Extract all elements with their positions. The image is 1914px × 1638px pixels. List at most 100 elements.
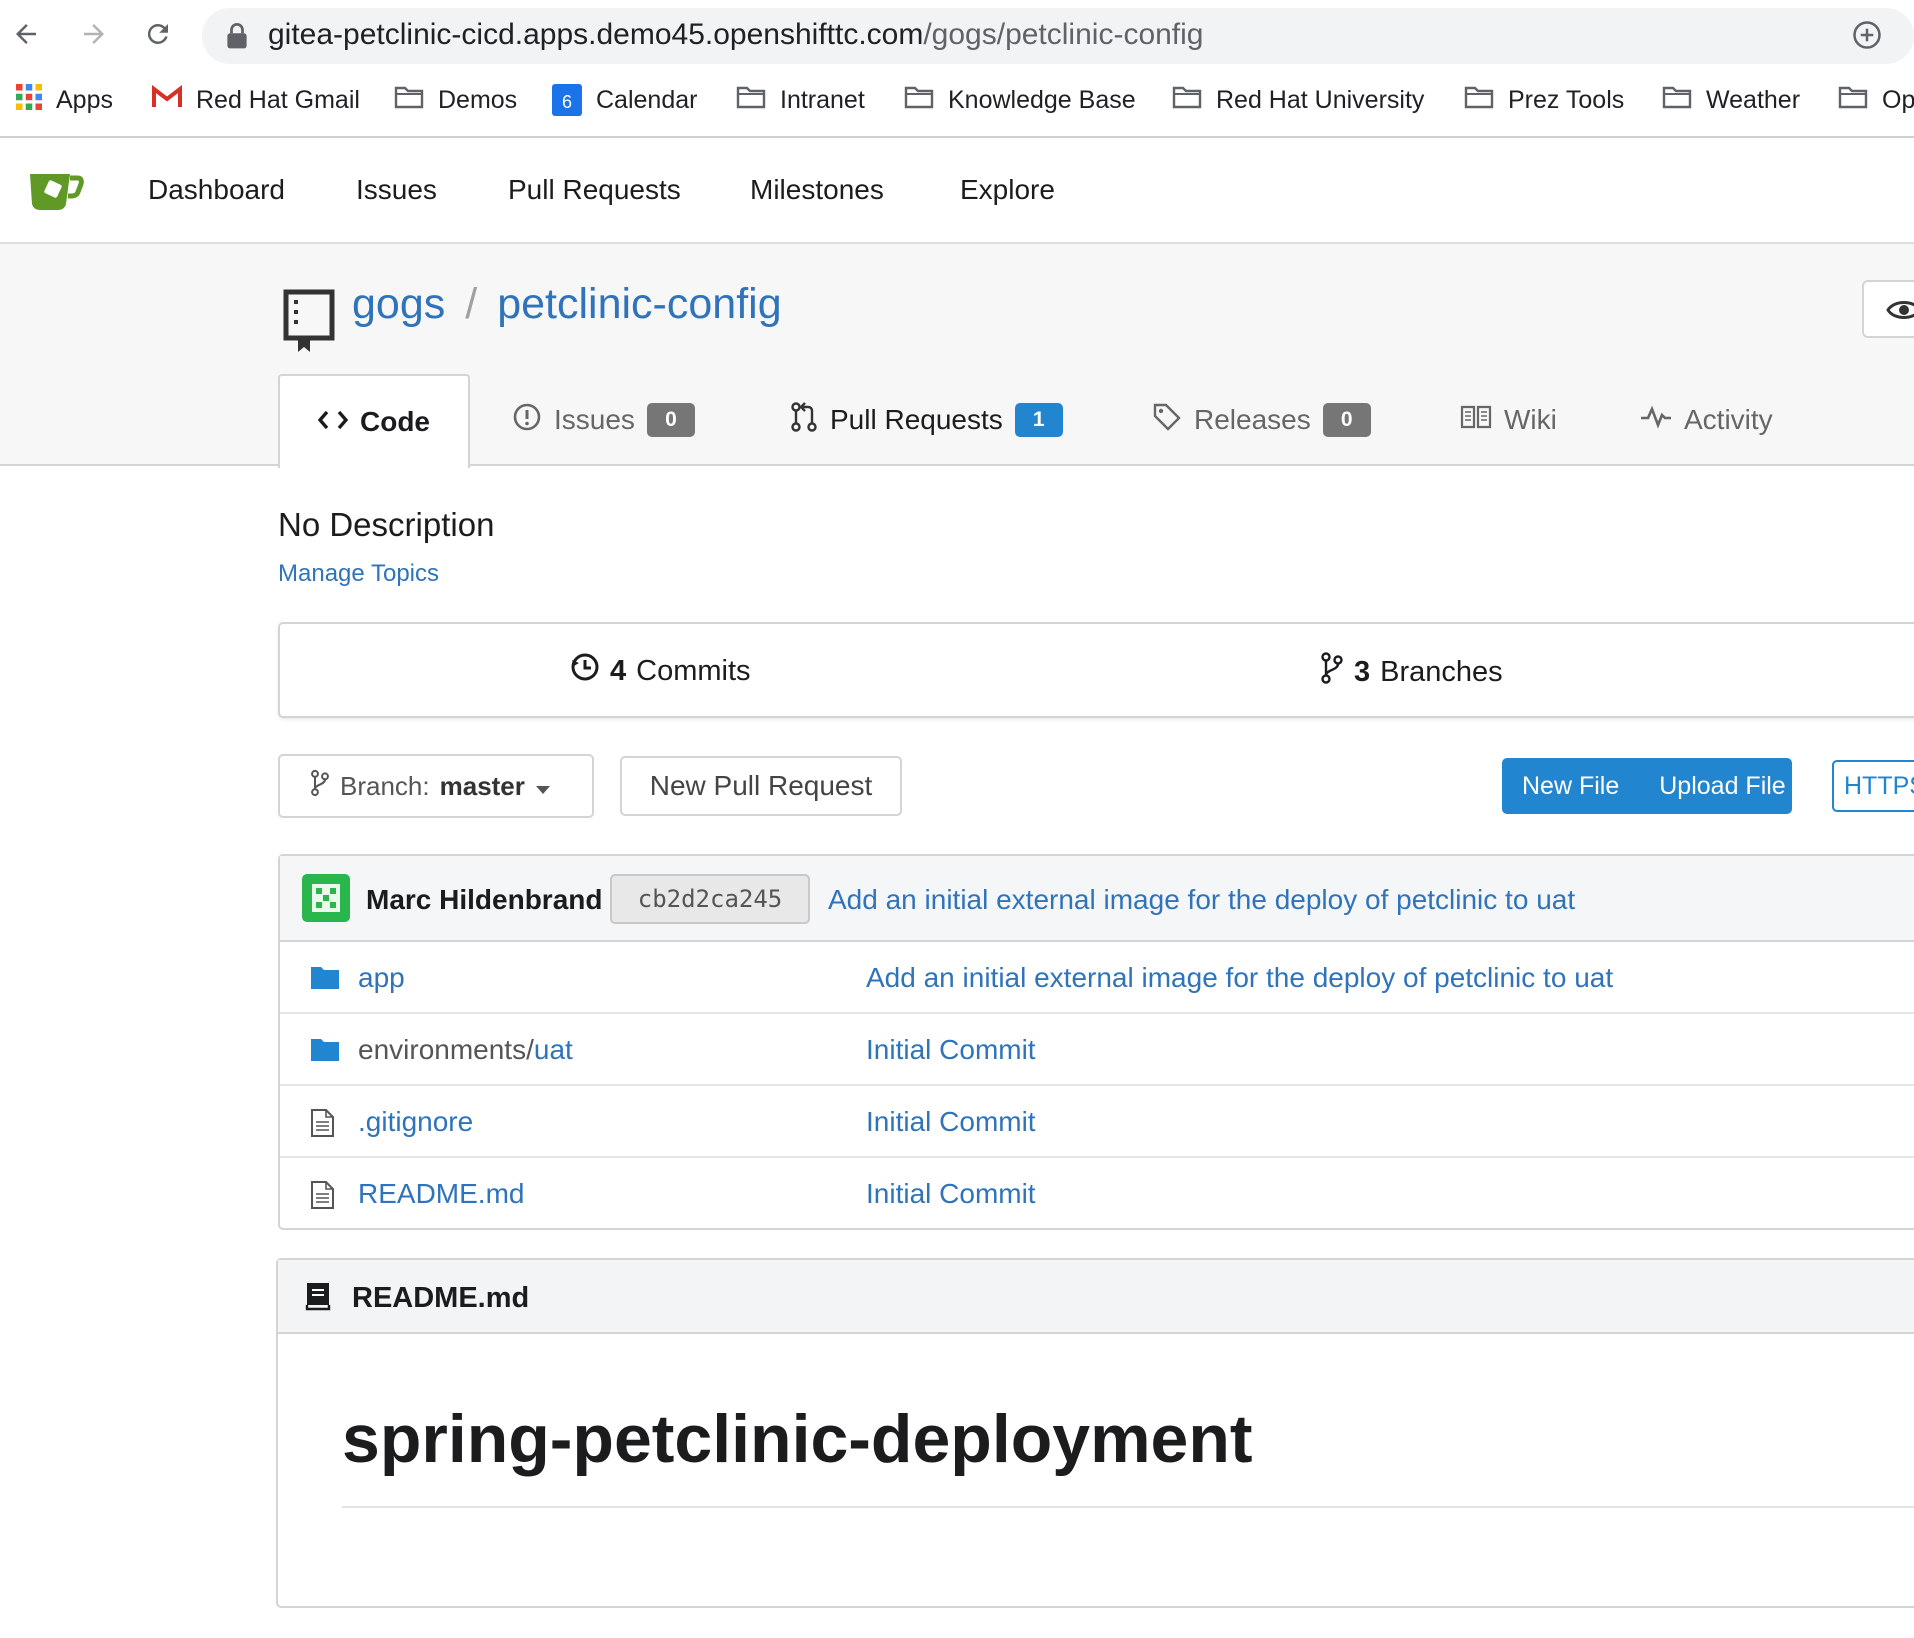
- tab-label: Pull Requests: [830, 404, 1003, 435]
- file-commit-message[interactable]: Add an initial external image for the de…: [866, 962, 1613, 994]
- bookmark-label: Red Hat Gmail: [196, 85, 360, 114]
- file-icon: [310, 1180, 340, 1209]
- commits-count: 4: [610, 654, 627, 687]
- file-table: Marc Hildenbrand cb2d2ca245 Add an initi…: [278, 854, 1914, 1230]
- folder-icon: [1662, 85, 1692, 116]
- latest-commit-message[interactable]: Add an initial external image for the de…: [828, 884, 1575, 916]
- bookmark-intranet[interactable]: Intranet: [736, 78, 865, 122]
- tab-label: Issues: [554, 404, 635, 435]
- file-name: app: [358, 962, 405, 994]
- watch-button[interactable]: [1862, 280, 1914, 338]
- folder-icon: [1172, 85, 1202, 116]
- bookmark-label: Weather: [1706, 85, 1801, 114]
- bookmark-label: Intranet: [780, 85, 865, 114]
- file-name: .gitignore: [358, 1106, 473, 1138]
- file-commit-message[interactable]: Initial Commit: [866, 1034, 1036, 1066]
- tab-wiki[interactable]: Wiki: [1460, 374, 1557, 466]
- bookmark-label: Prez Tools: [1508, 85, 1625, 114]
- avatar[interactable]: [302, 874, 350, 922]
- bookmark-calendar[interactable]: 6 Calendar: [552, 78, 697, 122]
- reload-icon[interactable]: [136, 12, 180, 56]
- tab-issues[interactable]: Issues 0: [512, 374, 695, 466]
- readme-header: README.md: [278, 1260, 1914, 1334]
- branch-name: master: [439, 770, 525, 801]
- code-icon: [317, 406, 349, 438]
- bookmarks-bar: Apps Red Hat Gmail Demos 6 Calendar Intr…: [0, 78, 1914, 122]
- repo-title: gogs / petclinic-config: [352, 280, 782, 329]
- file-name: environments/uat: [358, 1034, 573, 1066]
- tag-icon: [1152, 402, 1182, 439]
- nav-milestones[interactable]: Milestones: [750, 174, 884, 206]
- manage-topics-link[interactable]: Manage Topics: [278, 560, 439, 588]
- book-icon: [1460, 404, 1492, 437]
- bookmark-red-hat-university[interactable]: Red Hat University: [1172, 78, 1424, 122]
- file-name-link[interactable]: .gitignore: [358, 1106, 473, 1137]
- repo-owner-link[interactable]: gogs: [352, 280, 445, 329]
- file-name-link[interactable]: uat: [534, 1034, 573, 1065]
- bookmark-label: Demos: [438, 85, 518, 114]
- book-icon: [304, 1280, 332, 1317]
- commit-sha-button[interactable]: cb2d2ca245: [610, 874, 810, 924]
- address-row: gitea-petclinic-cicd.apps.demo45.openshi…: [0, 0, 1914, 72]
- bookmark-prez-tools[interactable]: Prez Tools: [1464, 78, 1624, 122]
- nav-issues[interactable]: Issues: [356, 174, 437, 206]
- tab-releases[interactable]: Releases 0: [1152, 374, 1371, 466]
- bookmark-label: Knowledge Base: [948, 85, 1136, 114]
- branch-icon: [310, 769, 330, 804]
- back-icon[interactable]: [4, 12, 48, 56]
- folder-icon: [310, 1036, 340, 1064]
- bookmark-apps[interactable]: Apps: [16, 78, 113, 122]
- url-text[interactable]: gitea-petclinic-cicd.apps.demo45.openshi…: [268, 18, 1204, 52]
- repo-name-link[interactable]: petclinic-config: [497, 280, 781, 329]
- file-path-prefix[interactable]: environments/: [358, 1034, 534, 1065]
- branch-prefix: Branch:: [340, 770, 430, 801]
- commit-author[interactable]: Marc Hildenbrand: [366, 884, 602, 916]
- bookmark-label: Red Hat University: [1216, 85, 1425, 114]
- repo-stats-bar: 4 Commits 3 Branches: [278, 622, 1914, 718]
- file-commit-message[interactable]: Initial Commit: [866, 1178, 1036, 1210]
- bookmark-weather[interactable]: Weather: [1662, 78, 1800, 122]
- folder-icon: [1464, 85, 1494, 116]
- tab-pull-requests[interactable]: Pull Requests 1: [790, 374, 1063, 466]
- tab-activity[interactable]: Activity: [1640, 374, 1773, 466]
- folder-icon: [394, 85, 424, 116]
- readme-heading-rule: [342, 1506, 1914, 1508]
- pull-requests-count-badge: 1: [1014, 403, 1063, 437]
- bookmark-label: Calendar: [596, 85, 698, 114]
- new-pull-request-button[interactable]: New Pull Request: [620, 756, 902, 816]
- bookmark-red-hat-gmail[interactable]: Red Hat Gmail: [152, 78, 360, 122]
- forward-icon[interactable]: [72, 12, 116, 56]
- file-commit-message[interactable]: Initial Commit: [866, 1106, 1036, 1138]
- bookmark-label: Apps: [56, 85, 113, 114]
- commits-label: Commits: [636, 654, 751, 687]
- file-name: README.md: [358, 1178, 524, 1210]
- commits-stat[interactable]: 4 Commits: [570, 652, 751, 690]
- gitea-logo-icon[interactable]: [26, 168, 86, 217]
- folder-icon: [1838, 85, 1868, 116]
- file-actions-button-group: New File Upload File: [1502, 758, 1792, 814]
- file-row: README.md Initial Commit: [280, 1158, 1914, 1230]
- bookmark-demos[interactable]: Demos: [394, 78, 517, 122]
- bookmark-knowledge-base[interactable]: Knowledge Base: [904, 78, 1136, 122]
- upload-file-button[interactable]: Upload File: [1619, 772, 1785, 801]
- nav-pull-requests[interactable]: Pull Requests: [508, 174, 681, 206]
- branches-stat[interactable]: 3 Branches: [1320, 652, 1503, 692]
- tab-label: Releases: [1194, 404, 1311, 435]
- calendar-day: 6: [561, 92, 572, 112]
- browser-chrome: gitea-petclinic-cicd.apps.demo45.openshi…: [0, 0, 1914, 140]
- nav-explore[interactable]: Explore: [960, 174, 1055, 206]
- file-name-link[interactable]: app: [358, 962, 405, 993]
- branch-dropdown[interactable]: Branch: master: [278, 754, 594, 818]
- tab-code[interactable]: Code: [278, 374, 470, 468]
- caret-down-icon: [535, 771, 551, 802]
- file-name-link[interactable]: README.md: [358, 1178, 524, 1209]
- new-file-button[interactable]: New File: [1502, 772, 1619, 801]
- issue-icon: [512, 402, 542, 439]
- tab-label: Code: [360, 406, 430, 437]
- nav-dashboard[interactable]: Dashboard: [148, 174, 285, 206]
- clone-https-button[interactable]: HTTPS: [1832, 760, 1914, 812]
- branch-icon: [1320, 652, 1344, 692]
- add-bookmark-icon[interactable]: [1852, 20, 1882, 55]
- bookmark-op[interactable]: Op: [1838, 78, 1914, 122]
- tab-label: Wiki: [1504, 404, 1557, 435]
